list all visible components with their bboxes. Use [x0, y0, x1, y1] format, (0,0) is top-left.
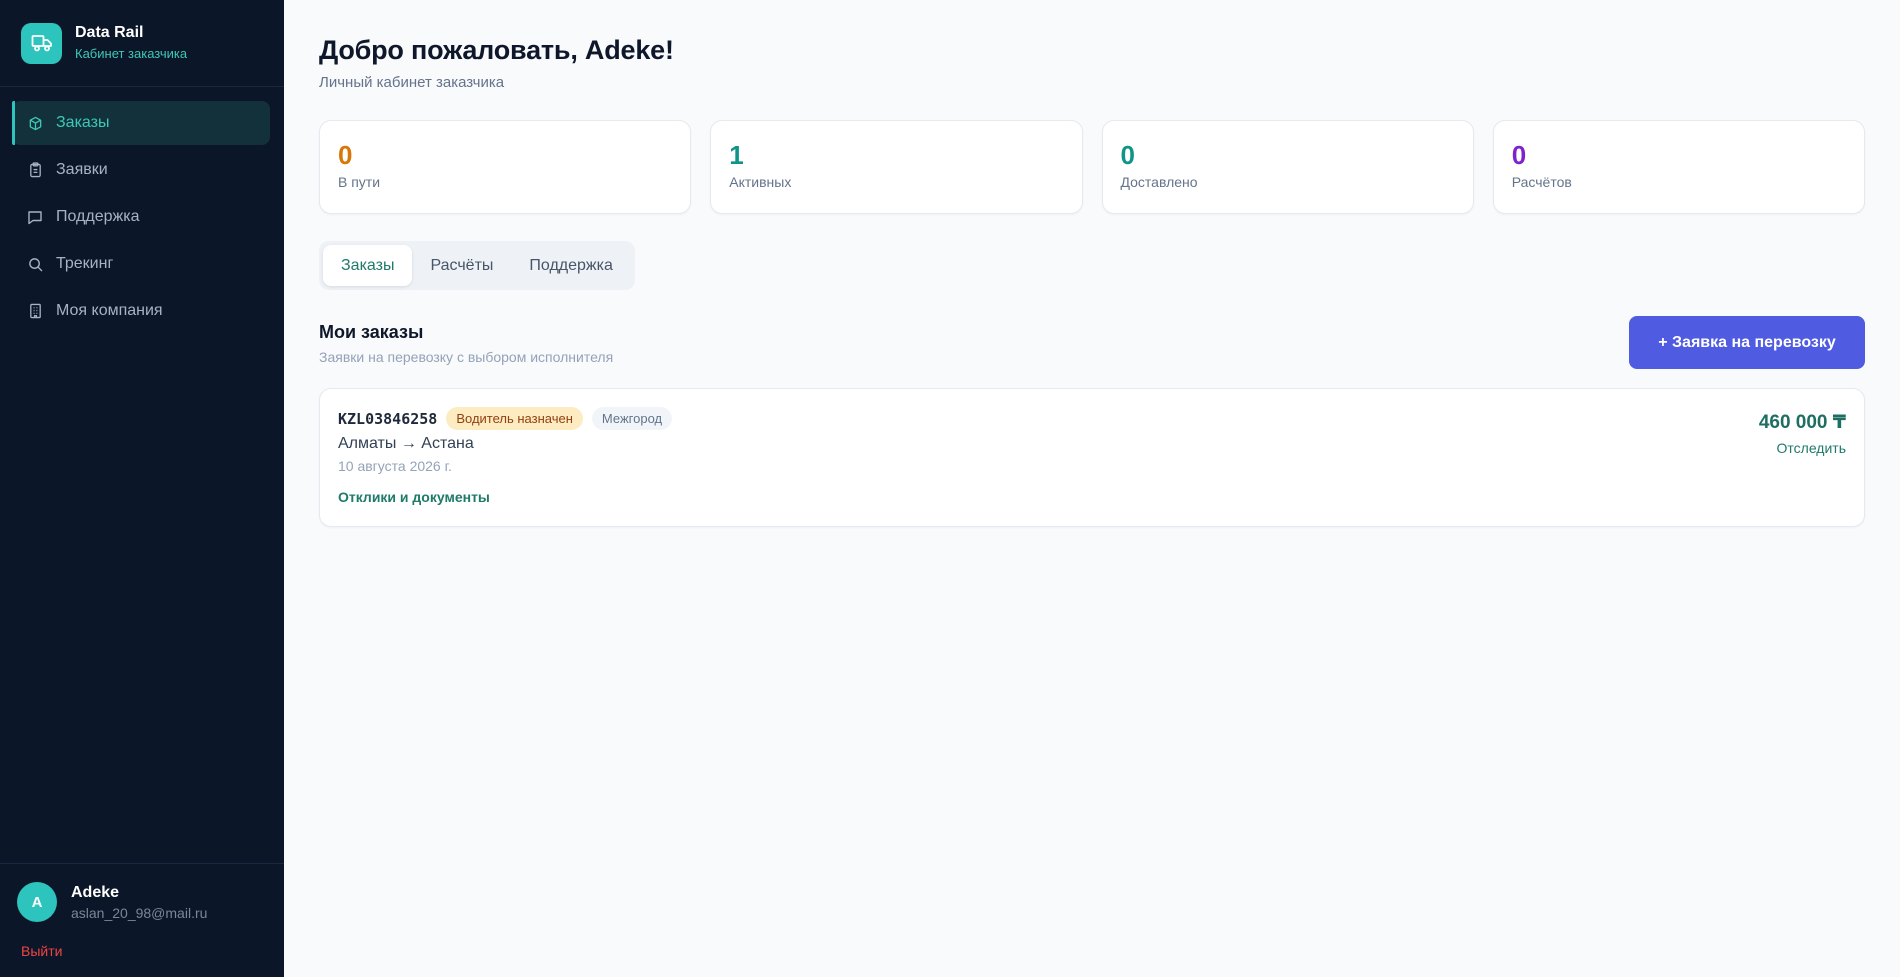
chat-icon [27, 209, 43, 225]
sidebar-nav: Заказы Заявки Поддержка Трекинг Моя комп… [0, 87, 284, 333]
stat-card-in-transit: 0 В пути [319, 120, 692, 214]
order-route: Алматы → Астана [338, 435, 474, 452]
sidebar-item-label: Заявки [56, 161, 108, 178]
sidebar-item-label: Заказы [56, 114, 110, 131]
stat-card-settlements: 0 Расчётов [1492, 120, 1865, 214]
order-date: 10 августа 2026 г. [338, 458, 452, 474]
responses-documents-link[interactable]: Отклики и документы [338, 489, 490, 505]
user-email: aslan_20_98@mail.ru [71, 904, 208, 921]
new-transport-request-button[interactable]: + Заявка на перевозку [1629, 316, 1865, 369]
brand-subtitle: Кабинет заказчика [75, 46, 188, 61]
stat-value: 0 [1511, 140, 1527, 170]
status-badge: Водитель назначен [446, 407, 583, 430]
tab-settlements[interactable]: Расчёты [412, 245, 511, 286]
main-content: Добро пожаловать, Adeke! Личный кабинет … [284, 0, 1900, 977]
stat-card-active: 1 Активных [710, 120, 1083, 214]
section-title: Мои заказы [319, 322, 424, 342]
stat-label: Расчётов [1511, 174, 1572, 190]
user-panel: A Adeke aslan_20_98@mail.ru Выйти [0, 863, 284, 977]
stats-row: 0 В пути 1 Активных 0 Доставлено 0 Расчё… [319, 120, 1865, 214]
stat-card-delivered: 0 Доставлено [1101, 120, 1474, 214]
sidebar-item-support[interactable]: Поддержка [12, 195, 270, 239]
logout-link[interactable]: Выйти [21, 943, 62, 959]
page-title: Добро пожаловать, Adeke! [319, 35, 674, 65]
sidebar-item-tracking[interactable]: Трекинг [12, 242, 270, 286]
tab-support[interactable]: Поддержка [511, 245, 630, 286]
truck-icon [21, 22, 62, 64]
order-id: KZL03846258 [338, 409, 438, 428]
sidebar-item-label: Поддержка [56, 208, 140, 225]
stat-value: 1 [729, 140, 744, 170]
track-link[interactable]: Отследить [1777, 440, 1847, 456]
order-card: KZL03846258 Водитель назначен Межгород А… [319, 388, 1865, 527]
stat-label: Активных [729, 174, 792, 190]
sidebar-item-orders[interactable]: Заказы [12, 101, 270, 145]
sidebar-item-label: Моя компания [56, 302, 163, 319]
search-icon [27, 256, 43, 272]
box-icon [27, 115, 43, 131]
type-badge: Межгород [591, 407, 673, 430]
stat-label: Доставлено [1120, 174, 1198, 190]
stat-label: В пути [338, 174, 381, 190]
sidebar-item-requests[interactable]: Заявки [12, 148, 270, 192]
building-icon [27, 303, 43, 319]
sidebar-item-label: Трекинг [56, 255, 114, 272]
stat-value: 0 [1120, 140, 1135, 170]
avatar: A [17, 882, 57, 922]
order-price: 460 000 ₸ [1758, 412, 1846, 433]
user-name: Adeke [71, 883, 120, 901]
stat-value: 0 [338, 140, 353, 170]
tab-orders[interactable]: Заказы [323, 245, 413, 286]
brand-name: Data Rail [75, 24, 144, 41]
brand: Data Rail Кабинет заказчика [0, 0, 284, 87]
sidebar: Data Rail Кабинет заказчика Заказы Заявк… [0, 0, 284, 977]
sidebar-item-company[interactable]: Моя компания [12, 289, 270, 333]
section-subtitle: Заявки на перевозку с выбором исполнител… [319, 349, 614, 365]
page-subtitle: Личный кабинет заказчика [319, 74, 505, 91]
tab-bar: Заказы Расчёты Поддержка [319, 241, 635, 290]
clipboard-icon [27, 162, 43, 178]
